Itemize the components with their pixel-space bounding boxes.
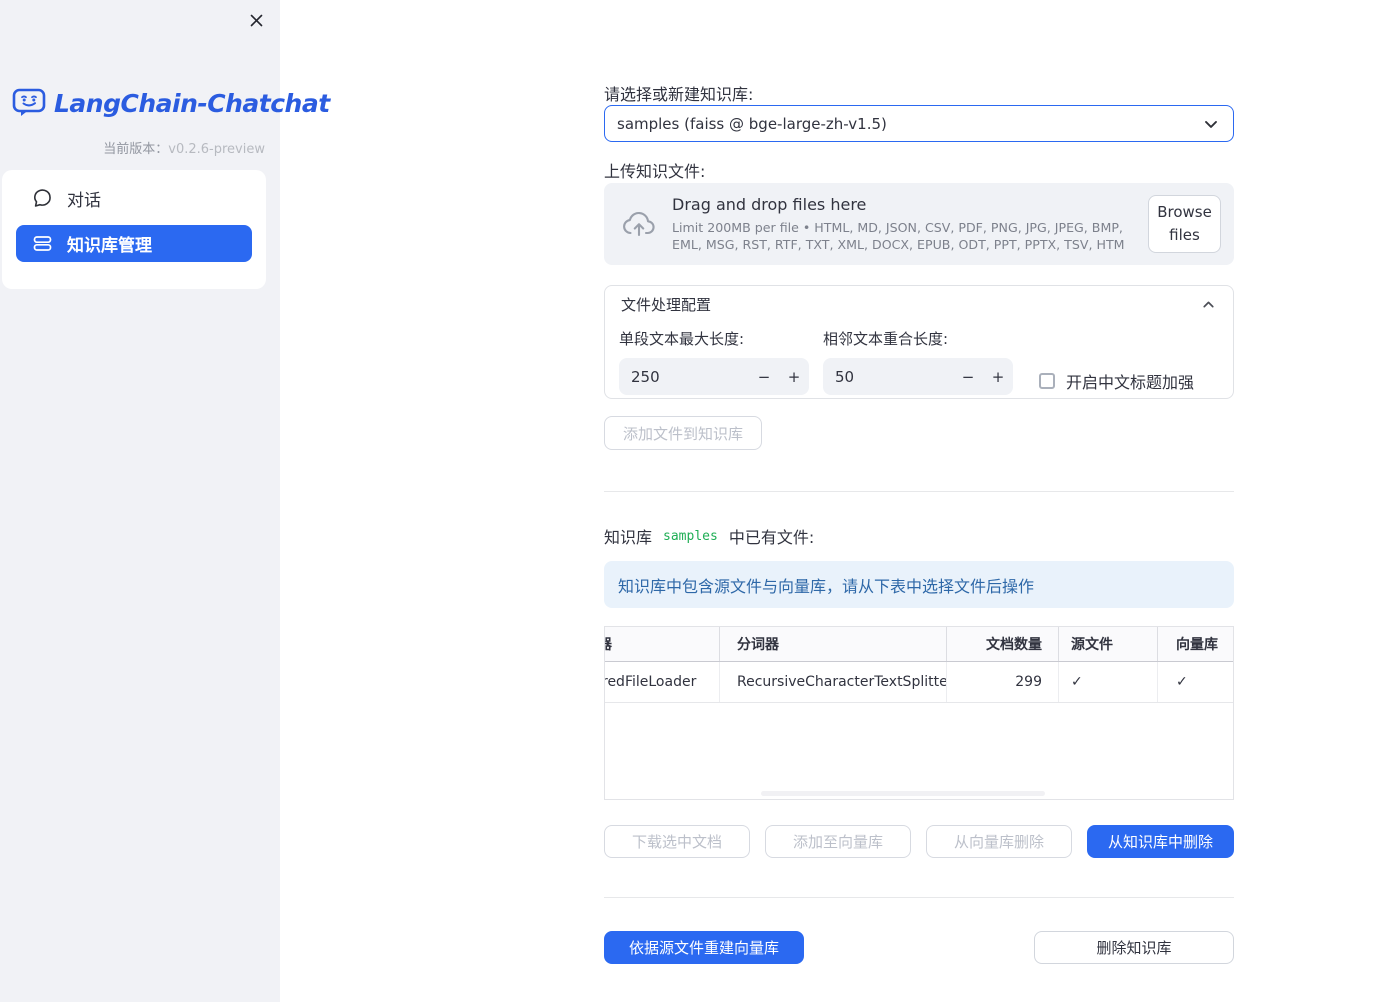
delete-from-kb-button[interactable]: 从知识库中删除 (1087, 825, 1234, 858)
col-loader-header: 器 (605, 627, 720, 661)
download-selected-button[interactable]: 下载选中文档 (604, 825, 750, 858)
version-label: 当前版本： (103, 142, 169, 157)
cell-doc-count: 299 (947, 662, 1059, 702)
expander-header[interactable]: 文件处理配置 (605, 286, 1233, 322)
chevron-down-icon (1201, 114, 1221, 134)
chunk-size-label: 单段文本最大长度: (619, 330, 745, 348)
dropzone-limit-text: Limit 200MB per file • HTML, MD, JSON, C… (672, 219, 1125, 252)
overlap-size-input[interactable]: 50 − + (823, 358, 1013, 395)
existing-suffix: 中已有文件: (728, 528, 815, 547)
chunk-size-input[interactable]: 250 − + (619, 358, 809, 395)
app-title: LangChain-Chatchat (54, 88, 330, 118)
version-value: v0.2.6-preview (168, 142, 265, 157)
add-to-vector-store-button[interactable]: 添加至向量库 (765, 825, 911, 858)
col-vector-store-header: 向量库 (1176, 637, 1218, 653)
file-dropzone[interactable]: Drag and drop files here Limit 200MB per… (604, 183, 1234, 265)
expander-title: 文件处理配置 (621, 295, 712, 314)
cell-splitter: RecursiveCharacterTextSplitter (720, 662, 947, 702)
upload-label: 上传知识文件: (604, 162, 706, 181)
cloud-upload-icon (620, 208, 658, 240)
table-row[interactable]: redFileLoader RecursiveCharacterTextSpli… (605, 662, 1233, 703)
table-header-row: 器 分词器 文档数量 源文件 向量库 (605, 627, 1233, 662)
cell-source-check: ✓ (1059, 662, 1158, 702)
rebuild-vector-store-button[interactable]: 依据源文件重建向量库 (604, 931, 804, 964)
sidebar-item-label: 知识库管理 (67, 236, 152, 256)
kb-name-code: samples (663, 528, 718, 544)
cell-loader: redFileLoader (605, 662, 720, 702)
kb-files-table[interactable]: 器 分词器 文档数量 源文件 向量库 redFileLoader Recursi… (604, 626, 1234, 800)
app-logo: LangChain-Chatchat (12, 87, 330, 119)
zh-title-enhance-checkbox[interactable]: 开启中文标题加强 (1039, 369, 1194, 393)
overlap-size-decrement-button[interactable]: − (953, 358, 983, 395)
sidebar-item-label: 对话 (67, 191, 101, 211)
overlap-size-label: 相邻文本重合长度: (823, 330, 949, 348)
chevron-up-icon (1200, 296, 1217, 313)
chunk-size-value: 250 (631, 367, 660, 386)
divider (604, 897, 1234, 898)
file-config-expander: 文件处理配置 单段文本最大长度: 250 − + 相邻文本重合长度: 50 − … (604, 285, 1234, 399)
version-info: 当前版本：v0.2.6-preview (103, 138, 265, 157)
info-alert-text: 知识库中包含源文件与向量库，请从下表中选择文件后操作 (618, 576, 1035, 596)
divider (604, 491, 1234, 492)
kb-word: 知识库 (604, 528, 653, 547)
sidebar-nav: 对话 知识库管理 (2, 170, 266, 289)
info-alert: 知识库中包含源文件与向量库，请从下表中选择文件后操作 (604, 561, 1234, 608)
browse-files-button[interactable]: Browse files (1148, 194, 1221, 254)
col-splitter-header: 分词器 (720, 627, 947, 661)
col-doc-count-header: 文档数量 (947, 627, 1059, 661)
sidebar-item-kb-management[interactable]: 知识库管理 (16, 225, 252, 262)
delete-from-vector-button[interactable]: 从向量库删除 (926, 825, 1072, 858)
add-files-to-kb-button[interactable]: 添加文件到知识库 (604, 416, 763, 450)
overlap-size-value: 50 (835, 367, 855, 386)
close-sidebar-button[interactable] (244, 8, 268, 32)
main-content: 请选择或新建知识库: samples (faiss @ bge-large-zh… (604, 0, 1234, 1002)
dropzone-title: Drag and drop files here (672, 194, 867, 214)
checkbox-icon (1039, 373, 1055, 389)
kb-select-value: samples (faiss @ bge-large-zh-v1.5) (617, 114, 887, 133)
sidebar: LangChain-Chatchat 当前版本：v0.2.6-preview 对… (0, 0, 330, 1002)
col-source-file-header: 源文件 (1059, 627, 1158, 661)
sidebar-item-dialogue[interactable]: 对话 (16, 180, 252, 217)
dropzone-instructions: Drag and drop files here Limit 200MB per… (672, 195, 1148, 253)
table-horizontal-scrollbar[interactable] (761, 791, 1045, 796)
chat-smiley-logo-icon (12, 87, 47, 119)
close-icon (248, 12, 265, 29)
expander-body: 单段文本最大长度: 250 − + 相邻文本重合长度: 50 − + 开启中文标… (605, 322, 1233, 395)
stacked-db-icon (32, 233, 53, 254)
kb-select-label: 请选择或新建知识库: (604, 85, 754, 104)
chat-bubble-icon (32, 188, 53, 209)
chunk-size-decrement-button[interactable]: − (749, 358, 779, 395)
overlap-size-increment-button[interactable]: + (983, 358, 1013, 395)
zh-title-enhance-label: 开启中文标题加强 (1066, 373, 1195, 392)
existing-files-line: 知识库 samples 中已有文件: (604, 524, 814, 548)
kb-select[interactable]: samples (faiss @ bge-large-zh-v1.5) (604, 105, 1234, 142)
delete-kb-button[interactable]: 删除知识库 (1034, 931, 1234, 964)
cell-vector-check: ✓ (1176, 674, 1188, 690)
chunk-size-increment-button[interactable]: + (779, 358, 809, 395)
